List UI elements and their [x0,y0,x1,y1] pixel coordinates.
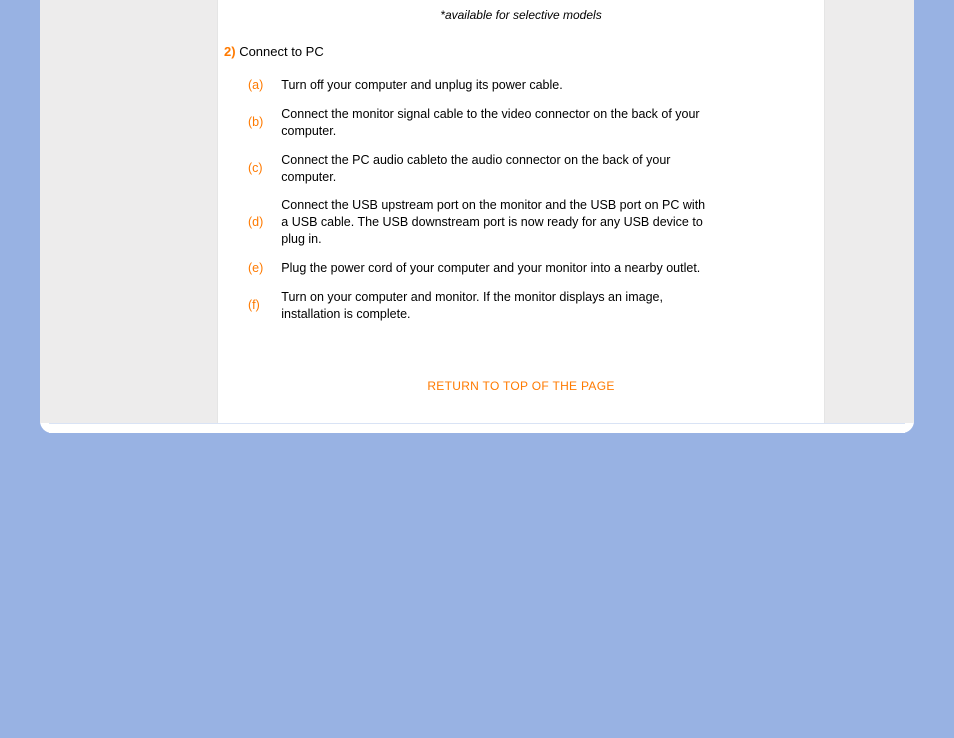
step-label: (b) [242,100,275,146]
step-text: Connect the USB upstream port on the mon… [275,191,725,254]
steps-list: (a) Turn off your computer and unplug it… [242,71,725,329]
return-to-top-link[interactable]: RETURN TO TOP OF THE PAGE [427,379,614,393]
section-header: 2) Connect to PC [218,40,824,71]
availability-note: *available for selective models [218,0,824,40]
content-area: *available for selective models 2) Conne… [40,0,914,423]
section-number: 2) [224,44,236,59]
list-item: (e) Plug the power cord of your computer… [242,254,725,283]
step-label: (a) [242,71,275,100]
step-label: (f) [242,283,275,329]
step-text: Turn on your computer and monitor. If th… [275,283,725,329]
step-text: Turn off your computer and unplug its po… [275,71,725,100]
list-item: (b) Connect the monitor signal cable to … [242,100,725,146]
step-label: (c) [242,146,275,192]
page-container: *available for selective models 2) Conne… [40,0,914,433]
step-text: Connect the monitor signal cable to the … [275,100,725,146]
main-content: *available for selective models 2) Conne… [218,0,824,423]
step-text: Connect the PC audio cableto the audio c… [275,146,725,192]
return-link-container: RETURN TO TOP OF THE PAGE [218,377,824,423]
list-item: (a) Turn off your computer and unplug it… [242,71,725,100]
step-text: Plug the power cord of your computer and… [275,254,725,283]
list-item: (d) Connect the USB upstream port on the… [242,191,725,254]
right-sidebar [824,0,914,423]
left-sidebar [40,0,218,423]
shadow-decoration [40,425,914,433]
step-label: (e) [242,254,275,283]
list-item: (f) Turn on your computer and monitor. I… [242,283,725,329]
section-title: Connect to PC [239,44,324,59]
list-item: (c) Connect the PC audio cableto the aud… [242,146,725,192]
step-label: (d) [242,191,275,254]
